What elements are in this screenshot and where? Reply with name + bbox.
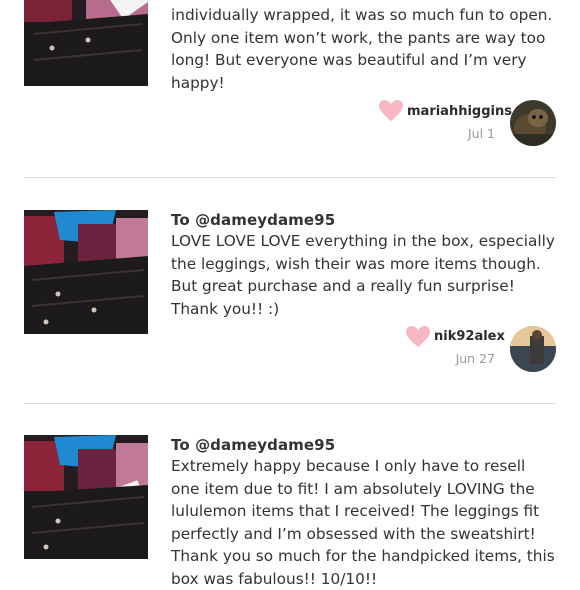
product-photo[interactable] [24, 210, 148, 334]
review-date: Jul 1 [467, 126, 495, 141]
review-recipient[interactable]: To @dameydame95 [171, 436, 335, 454]
reviewer-avatar[interactable] [510, 326, 556, 372]
review-text: Extremely happy because I only have to r… [171, 457, 555, 588]
review-text: LOVE LOVE LOVE everything in the box, es… [171, 232, 555, 318]
review-text: individually wrapped, it was so much fun… [171, 6, 553, 92]
product-photo[interactable] [24, 0, 148, 86]
reviewer-username[interactable]: nik92alex [434, 329, 505, 344]
review-divider [24, 403, 556, 404]
review-divider [24, 177, 556, 178]
review-date: Jun 27 [455, 351, 495, 366]
reviewer-avatar[interactable] [510, 100, 556, 146]
heart-icon[interactable] [405, 325, 431, 349]
review-recipient[interactable]: To @dameydame95 [171, 211, 335, 229]
product-photo[interactable] [24, 435, 148, 559]
heart-icon[interactable] [378, 99, 404, 123]
reviewer-username[interactable]: mariahhiggins [407, 104, 512, 119]
